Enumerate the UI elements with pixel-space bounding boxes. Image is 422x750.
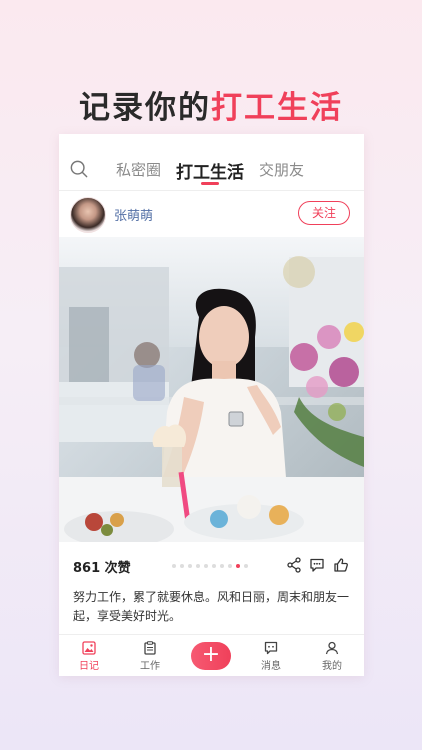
nav-profile-label: 我的 (322, 661, 342, 672)
nav-work-label: 工作 (140, 661, 160, 672)
carousel-dot[interactable] (196, 564, 200, 568)
post-caption: 努力工作，累了就要休息。风和日丽，周末和朋友一起，享受美好时光。 (73, 590, 350, 623)
active-tab-indicator (201, 182, 219, 185)
carousel-dot[interactable] (180, 564, 184, 568)
carousel-dot[interactable] (212, 564, 216, 568)
post-author-bar: 张萌萌 关注 (59, 190, 364, 238)
nav-diary-label: 日记 (79, 661, 99, 672)
tab-work-life[interactable]: 打工生活 (176, 158, 244, 183)
comment-icon[interactable] (309, 557, 325, 573)
carousel-dot[interactable] (244, 564, 248, 568)
post-stats-bar: 861 次赞 (59, 542, 364, 586)
tab-make-friends[interactable]: 交朋友 (259, 159, 304, 180)
add-post-button[interactable]: + (191, 642, 231, 670)
diary-icon (82, 641, 96, 655)
phone-screen: 私密圈 打工生活 交朋友 张萌萌 关注 861 次赞 努力工作，累了就要休息。风… (59, 134, 364, 676)
share-icon[interactable] (286, 557, 302, 573)
like-count: 861 次赞 (73, 561, 131, 576)
promo-headline: 记录你的打工生活 (0, 82, 422, 127)
carousel-dot[interactable] (204, 564, 208, 568)
carousel-dot[interactable] (172, 564, 176, 568)
nav-diary[interactable]: 日记 (64, 638, 114, 672)
carousel-dot-active[interactable] (236, 564, 240, 568)
profile-icon (325, 641, 339, 655)
carousel-dots (172, 564, 252, 569)
carousel-dot[interactable] (228, 564, 232, 568)
search-icon[interactable] (70, 160, 88, 178)
nav-messages[interactable]: 消息 (246, 638, 296, 672)
clipboard-icon (144, 641, 156, 655)
nav-work[interactable]: 工作 (125, 638, 175, 672)
message-icon (264, 641, 278, 655)
like-icon[interactable] (333, 557, 349, 573)
headline-accent: 打工生活 (211, 90, 343, 126)
carousel-dot[interactable] (188, 564, 192, 568)
username[interactable]: 张萌萌 (114, 205, 153, 224)
bottom-nav: 日记 工作 + 消息 我的 (59, 634, 364, 676)
avatar[interactable] (70, 197, 106, 233)
top-tab-bar: 私密圈 打工生活 交朋友 (59, 134, 364, 190)
nav-messages-label: 消息 (261, 661, 281, 672)
follow-button[interactable]: 关注 (298, 201, 350, 225)
carousel-dot[interactable] (220, 564, 224, 568)
tab-private-circle[interactable]: 私密圈 (116, 159, 161, 180)
post-photo[interactable] (59, 237, 364, 542)
headline-prefix: 记录你的 (79, 90, 211, 126)
photo-illustration (59, 237, 364, 542)
nav-profile[interactable]: 我的 (307, 638, 357, 672)
